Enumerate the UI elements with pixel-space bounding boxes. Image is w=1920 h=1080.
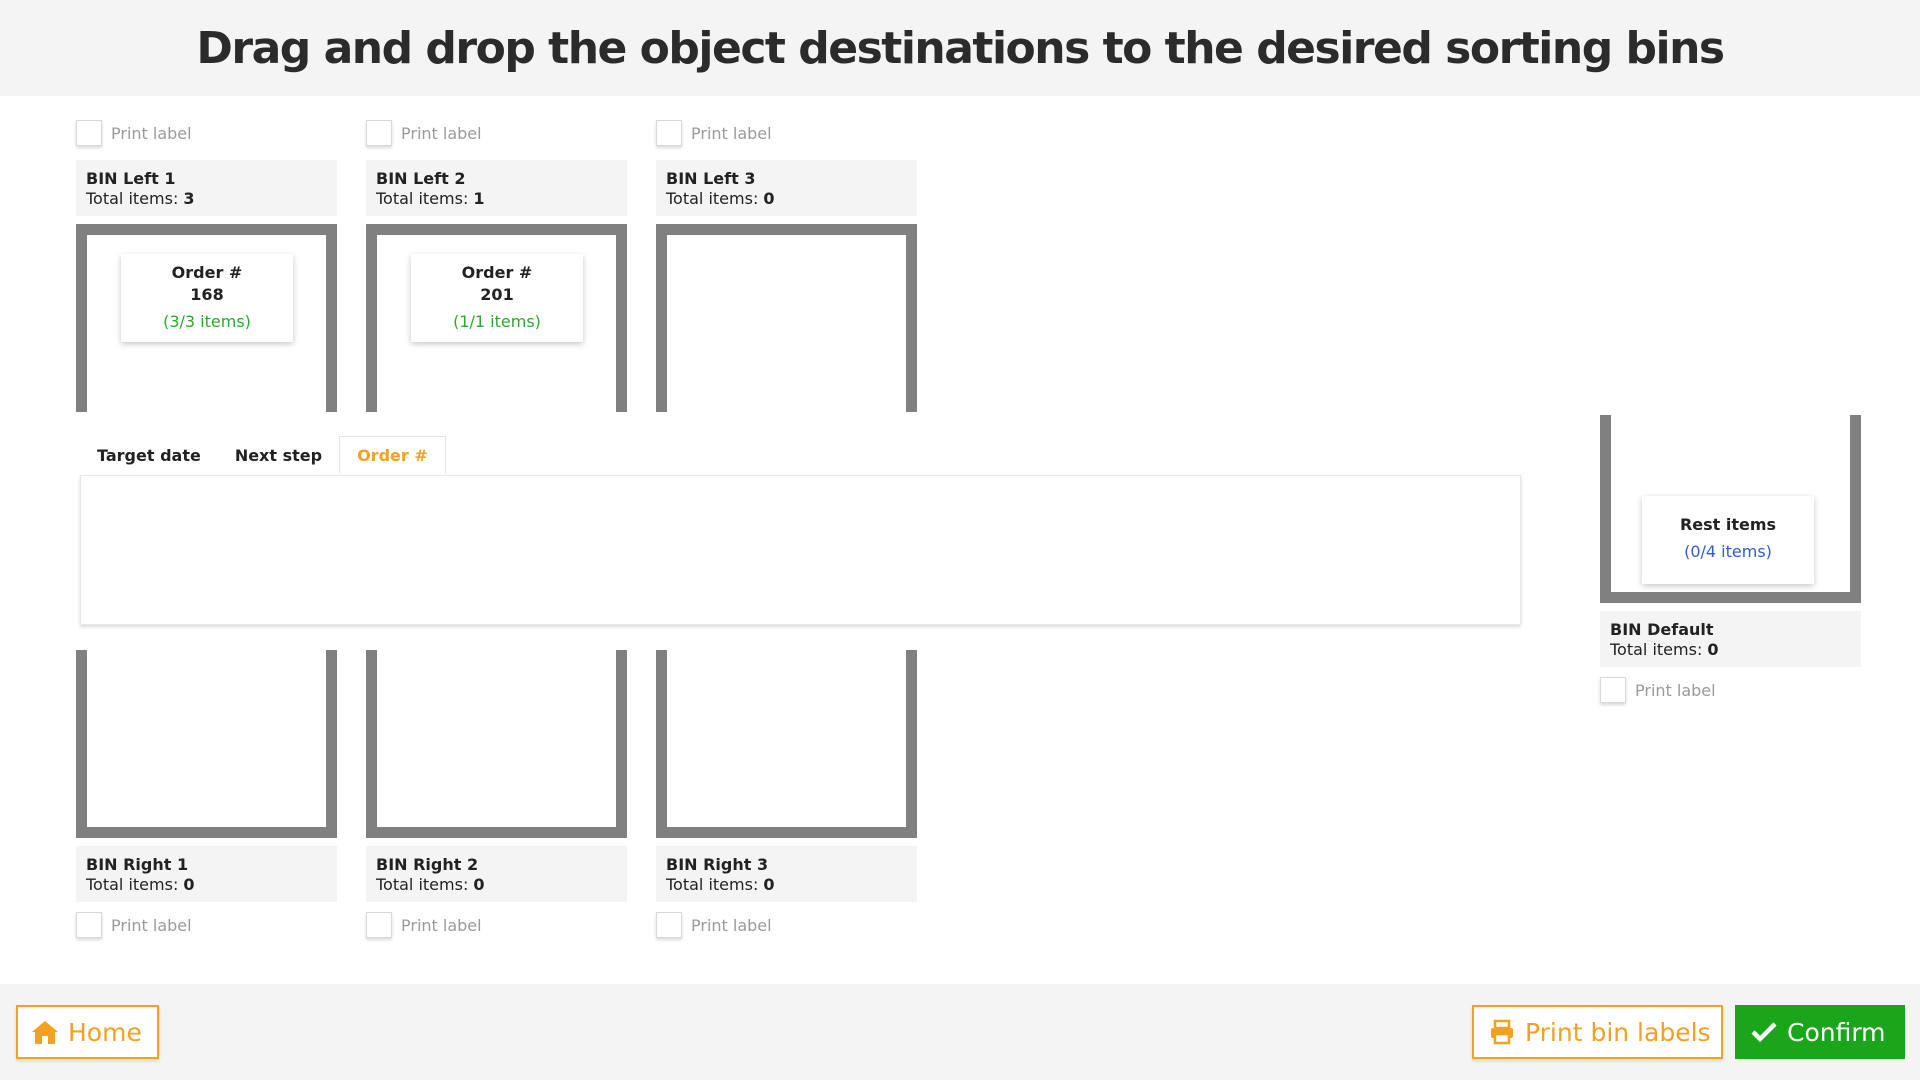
order-number: 168 <box>190 285 224 304</box>
bin-left-1: Print label BIN Left 1 Total items: 3 Or… <box>76 120 337 412</box>
print-label-checkbox[interactable] <box>366 912 392 938</box>
bin-name: BIN Right 1 <box>86 855 189 874</box>
bin-drop-zone[interactable] <box>366 650 627 838</box>
bin-drop-zone[interactable]: Rest items (0/4 items) <box>1600 415 1861 603</box>
total-items-label: Total items: <box>376 875 469 894</box>
home-icon <box>30 1017 60 1047</box>
bin-info: BIN Right 1 Total items: 0 <box>76 846 337 902</box>
bin-total: Total items: 0 <box>1610 640 1851 660</box>
bin-name: BIN Default <box>1610 620 1714 639</box>
bin-total: Total items: 0 <box>376 875 617 895</box>
bin-left-2: Print label BIN Left 2 Total items: 1 Or… <box>366 120 627 412</box>
bin-total: Total items: 1 <box>376 189 617 209</box>
bin-total: Total items: 0 <box>666 875 907 895</box>
checkmark-icon <box>1749 1017 1779 1047</box>
bin-info: BIN Right 2 Total items: 0 <box>366 846 627 902</box>
total-items-label: Total items: <box>86 875 179 894</box>
print-label-text: Print label <box>1635 680 1716 700</box>
total-items-label: Total items: <box>86 189 179 208</box>
bin-name: BIN Right 2 <box>376 855 479 874</box>
order-card[interactable]: Order # 168 (3/3 items) <box>121 254 293 342</box>
footer-bar: Home Print bin labels Confirm <box>0 984 1920 1080</box>
bin-total-value: 0 <box>763 875 775 894</box>
bin-drop-zone[interactable]: Order # 168 (3/3 items) <box>76 224 337 412</box>
order-item-count: (3/3 items) <box>163 312 251 331</box>
print-label-text: Print label <box>401 123 482 143</box>
page-title: Drag and drop the object destinations to… <box>196 22 1725 74</box>
bin-info: BIN Left 3 Total items: 0 <box>656 160 917 216</box>
confirm-button-label: Confirm <box>1787 1017 1886 1047</box>
bin-drop-zone[interactable] <box>656 650 917 838</box>
print-label-checkbox[interactable] <box>656 912 682 938</box>
total-items-label: Total items: <box>376 189 469 208</box>
order-card[interactable]: Order # 201 (1/1 items) <box>411 254 583 342</box>
home-button-label: Home <box>68 1017 142 1047</box>
print-label-text: Print label <box>111 123 192 143</box>
bin-right-1: BIN Right 1 Total items: 0 Print label <box>76 650 337 938</box>
bin-info: BIN Default Total items: 0 <box>1600 611 1861 667</box>
bin-right-2: BIN Right 2 Total items: 0 Print label <box>366 650 627 938</box>
print-label-checkbox[interactable] <box>656 120 682 146</box>
bin-total-value: 0 <box>763 189 775 208</box>
bin-drop-zone[interactable] <box>76 650 337 838</box>
print-label-row: Print label <box>366 120 627 146</box>
bin-info: BIN Left 2 Total items: 1 <box>366 160 627 216</box>
bin-total: Total items: 3 <box>86 189 327 209</box>
bin-info: BIN Left 1 Total items: 3 <box>76 160 337 216</box>
bin-total-value: 3 <box>183 189 195 208</box>
print-label-checkbox[interactable] <box>1600 677 1626 703</box>
bin-drop-zone[interactable]: Order # 201 (1/1 items) <box>366 224 627 412</box>
bin-total: Total items: 0 <box>666 189 907 209</box>
group-by-tabs: Target date Next step Order # <box>80 436 446 474</box>
bin-total: Total items: 0 <box>86 875 327 895</box>
order-item-count: (1/1 items) <box>453 312 541 331</box>
print-label-text: Print label <box>111 915 192 935</box>
print-icon <box>1487 1017 1517 1047</box>
print-bin-labels-button[interactable]: Print bin labels <box>1472 1005 1723 1059</box>
order-card-title: Order # <box>171 263 243 282</box>
tab-order-number[interactable]: Order # <box>339 436 446 474</box>
print-label-row: Print label <box>656 120 917 146</box>
home-button[interactable]: Home <box>16 1005 159 1059</box>
tab-next-step[interactable]: Next step <box>218 436 339 474</box>
bin-total-value: 0 <box>183 875 195 894</box>
rest-items-card[interactable]: Rest items (0/4 items) <box>1642 496 1814 584</box>
bin-name: BIN Left 3 <box>666 169 756 188</box>
print-label-text: Print label <box>401 915 482 935</box>
bin-name: BIN Left 2 <box>376 169 466 188</box>
tab-target-date[interactable]: Target date <box>80 436 218 474</box>
total-items-label: Total items: <box>1610 640 1703 659</box>
rest-item-count: (0/4 items) <box>1684 542 1772 561</box>
page-header: Drag and drop the object destinations to… <box>0 0 1920 96</box>
order-card-title: Order # <box>461 263 533 282</box>
confirm-button[interactable]: Confirm <box>1735 1005 1905 1059</box>
total-items-label: Total items: <box>666 875 759 894</box>
print-label-row: Print label <box>76 912 337 938</box>
unsorted-items-panel[interactable] <box>80 475 1521 625</box>
print-bin-labels-label: Print bin labels <box>1525 1017 1711 1047</box>
bin-left-3: Print label BIN Left 3 Total items: 0 <box>656 120 917 412</box>
bin-total-value: 0 <box>1707 640 1719 659</box>
print-label-text: Print label <box>691 915 772 935</box>
print-label-text: Print label <box>691 123 772 143</box>
bin-total-value: 0 <box>473 875 485 894</box>
bin-name: BIN Left 1 <box>86 169 176 188</box>
rest-items-title: Rest items <box>1679 515 1777 534</box>
print-label-row: Print label <box>76 120 337 146</box>
print-label-row: Print label <box>1600 677 1861 703</box>
print-label-row: Print label <box>656 912 917 938</box>
bin-drop-zone[interactable] <box>656 224 917 412</box>
total-items-label: Total items: <box>666 189 759 208</box>
bin-info: BIN Right 3 Total items: 0 <box>656 846 917 902</box>
bin-name: BIN Right 3 <box>666 855 769 874</box>
print-label-checkbox[interactable] <box>76 120 102 146</box>
order-number: 201 <box>480 285 514 304</box>
print-label-row: Print label <box>366 912 627 938</box>
bin-default: Rest items (0/4 items) BIN Default Total… <box>1600 415 1861 703</box>
bin-right-3: BIN Right 3 Total items: 0 Print label <box>656 650 917 938</box>
print-label-checkbox[interactable] <box>76 912 102 938</box>
bin-total-value: 1 <box>473 189 485 208</box>
print-label-checkbox[interactable] <box>366 120 392 146</box>
